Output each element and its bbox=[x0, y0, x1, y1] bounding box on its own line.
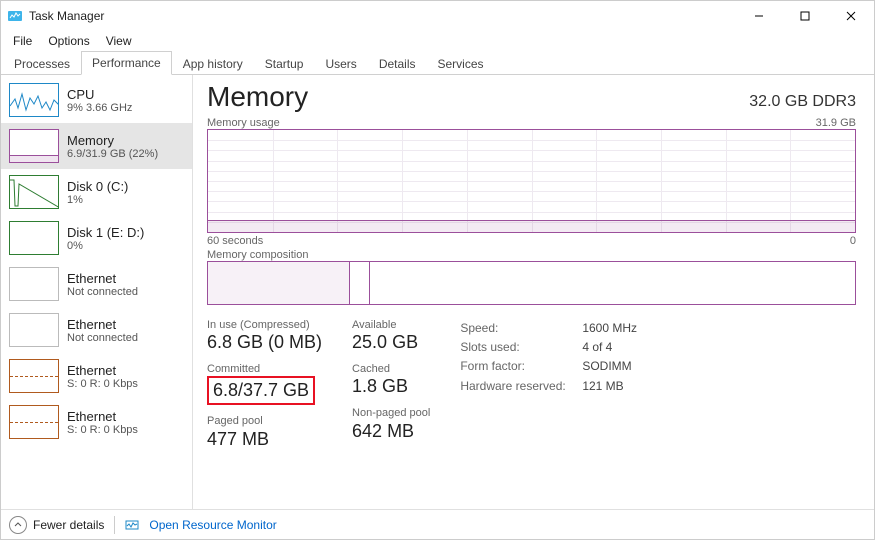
ethernet-thumb bbox=[9, 313, 59, 347]
cpu-thumb bbox=[9, 83, 59, 117]
menubar: File Options View bbox=[1, 31, 874, 51]
sidebar-item-label: Disk 0 (C:) bbox=[67, 179, 128, 194]
tab-processes[interactable]: Processes bbox=[3, 52, 81, 75]
sidebar-item-sub: Not connected bbox=[67, 286, 138, 298]
stat-available: Available 25.0 GB bbox=[352, 319, 430, 353]
minimize-button[interactable] bbox=[736, 1, 782, 31]
sidebar-item-disk0[interactable]: Disk 0 (C:) 1% bbox=[1, 169, 192, 215]
tab-details[interactable]: Details bbox=[368, 52, 427, 75]
ethernet-thumb bbox=[9, 359, 59, 393]
sidebar-item-label: Disk 1 (E: D:) bbox=[67, 225, 144, 240]
page-title: Memory bbox=[207, 81, 308, 113]
chevron-up-icon[interactable] bbox=[9, 516, 27, 534]
memory-thumb bbox=[9, 129, 59, 163]
menu-file[interactable]: File bbox=[5, 32, 40, 50]
sidebar-item-label: Ethernet bbox=[67, 409, 138, 424]
task-manager-window: Task Manager File Options View Processes… bbox=[0, 0, 875, 540]
sidebar-item-sub: 6.9/31.9 GB (22%) bbox=[67, 148, 158, 160]
sidebar-item-sub: S: 0 R: 0 Kbps bbox=[67, 424, 138, 436]
sidebar-item-sub: S: 0 R: 0 Kbps bbox=[67, 378, 138, 390]
main-panel: Memory 32.0 GB DDR3 Memory usage 31.9 GB… bbox=[193, 75, 874, 509]
axis-left: 60 seconds bbox=[207, 235, 263, 247]
ethernet-thumb bbox=[9, 405, 59, 439]
disk-thumb bbox=[9, 221, 59, 255]
ethernet-thumb bbox=[9, 267, 59, 301]
sidebar-item-memory[interactable]: Memory 6.9/31.9 GB (22%) bbox=[1, 123, 192, 169]
stat-cached: Cached 1.8 GB bbox=[352, 363, 430, 397]
sidebar-item-sub: Not connected bbox=[67, 332, 138, 344]
app-title: Task Manager bbox=[29, 9, 104, 23]
tab-startup[interactable]: Startup bbox=[254, 52, 315, 75]
sidebar-item-label: Ethernet bbox=[67, 271, 138, 286]
axis-right: 0 bbox=[850, 235, 856, 247]
sidebar-item-ethernet[interactable]: Ethernet S: 0 R: 0 Kbps bbox=[1, 353, 192, 399]
composition-label: Memory composition bbox=[207, 249, 856, 261]
sidebar-item-sub: 0% bbox=[67, 240, 144, 252]
memory-spec: 32.0 GB DDR3 bbox=[749, 93, 856, 111]
tab-app-history[interactable]: App history bbox=[172, 52, 254, 75]
footer: Fewer details Open Resource Monitor bbox=[1, 509, 874, 539]
tab-users[interactable]: Users bbox=[314, 52, 367, 75]
stat-inuse: In use (Compressed) 6.8 GB (0 MB) bbox=[207, 319, 322, 353]
stat-paged: Paged pool 477 MB bbox=[207, 415, 322, 449]
titlebar: Task Manager bbox=[1, 1, 874, 31]
tab-services[interactable]: Services bbox=[427, 52, 495, 75]
usage-chart-max: 31.9 GB bbox=[816, 117, 856, 129]
menu-options[interactable]: Options bbox=[40, 32, 97, 50]
sidebar: CPU 9% 3.66 GHz Memory 6.9/31.9 GB (22%) bbox=[1, 75, 193, 509]
memory-composition-chart bbox=[207, 261, 856, 305]
disk-thumb bbox=[9, 175, 59, 209]
stats-section: In use (Compressed) 6.8 GB (0 MB) Commit… bbox=[207, 319, 856, 450]
memory-usage-chart bbox=[207, 129, 856, 233]
sidebar-item-ethernet[interactable]: Ethernet Not connected bbox=[1, 261, 192, 307]
menu-view[interactable]: View bbox=[98, 32, 140, 50]
stat-committed: Committed 6.8/37.7 GB bbox=[207, 363, 322, 405]
sidebar-item-label: CPU bbox=[67, 87, 132, 102]
tab-performance[interactable]: Performance bbox=[81, 51, 172, 75]
usage-chart-label: Memory usage bbox=[207, 117, 280, 129]
app-icon bbox=[7, 8, 23, 24]
sidebar-item-sub: 9% 3.66 GHz bbox=[67, 102, 132, 114]
stat-nonpaged: Non-paged pool 642 MB bbox=[352, 407, 430, 441]
sidebar-item-sub: 1% bbox=[67, 194, 128, 206]
sidebar-item-label: Ethernet bbox=[67, 363, 138, 378]
sidebar-item-cpu[interactable]: CPU 9% 3.66 GHz bbox=[1, 77, 192, 123]
tabbar: Processes Performance App history Startu… bbox=[1, 51, 874, 75]
sidebar-item-label: Memory bbox=[67, 133, 158, 148]
sidebar-item-ethernet[interactable]: Ethernet S: 0 R: 0 Kbps bbox=[1, 399, 192, 445]
open-resource-monitor-link[interactable]: Open Resource Monitor bbox=[149, 518, 276, 532]
content-area: CPU 9% 3.66 GHz Memory 6.9/31.9 GB (22%) bbox=[1, 75, 874, 509]
fewer-details-button[interactable]: Fewer details bbox=[33, 518, 104, 532]
close-button[interactable] bbox=[828, 1, 874, 31]
sidebar-item-label: Ethernet bbox=[67, 317, 138, 332]
sidebar-item-disk1[interactable]: Disk 1 (E: D:) 0% bbox=[1, 215, 192, 261]
resource-monitor-icon bbox=[125, 518, 139, 532]
sidebar-item-ethernet[interactable]: Ethernet Not connected bbox=[1, 307, 192, 353]
maximize-button[interactable] bbox=[782, 1, 828, 31]
hardware-info: Speed:1600 MHz Slots used:4 of 4 Form fa… bbox=[460, 319, 637, 396]
committed-highlight: 6.8/37.7 GB bbox=[207, 376, 315, 405]
divider bbox=[114, 516, 115, 534]
